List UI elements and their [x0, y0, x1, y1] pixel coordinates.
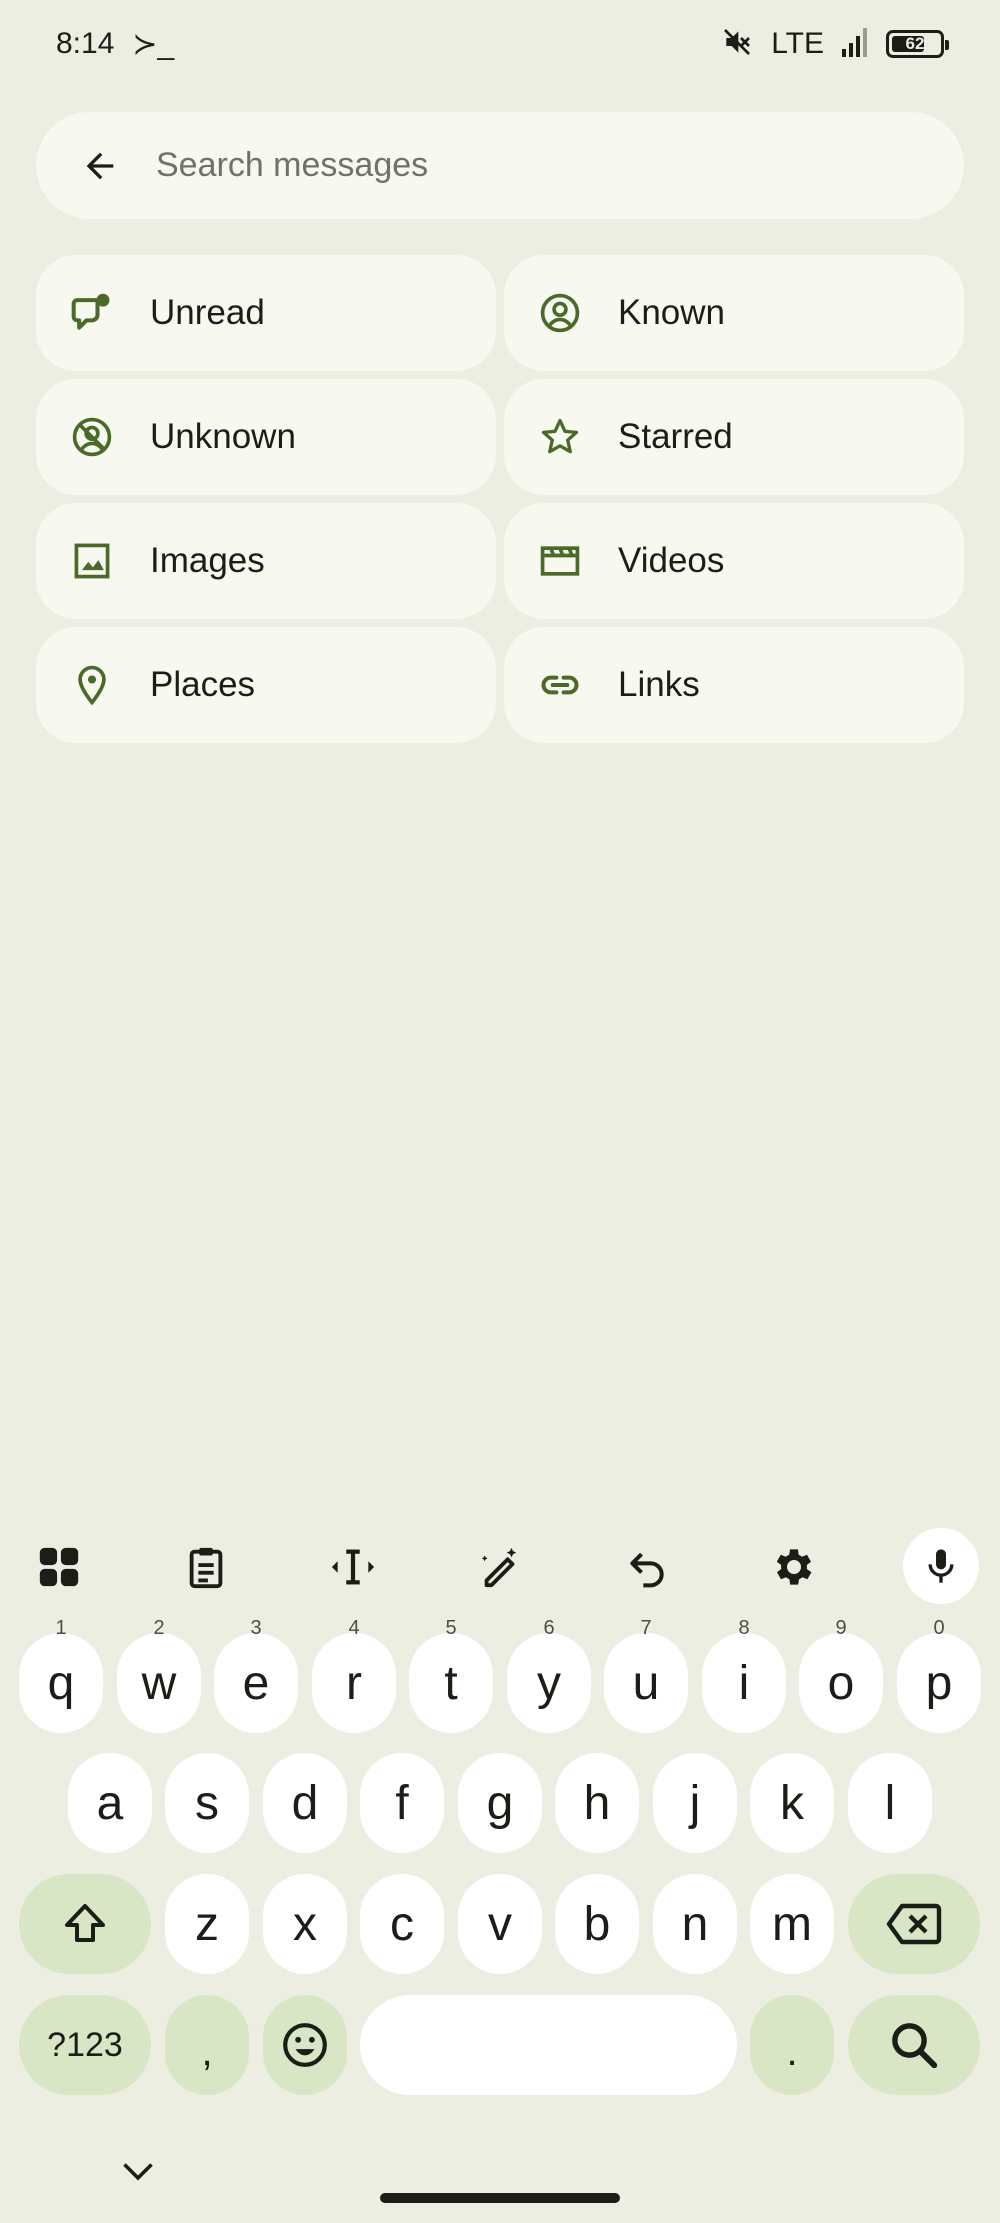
filter-unknown[interactable]: Unknown: [36, 379, 496, 495]
apps-grid-button[interactable]: [31, 1539, 87, 1595]
hide-keyboard-button[interactable]: [120, 2160, 156, 2189]
battery-icon: 62: [886, 30, 949, 58]
symbols-key[interactable]: ?123: [19, 1995, 151, 2095]
filter-label: Places: [150, 665, 256, 704]
video-clapper-icon: [538, 539, 582, 583]
key-o[interactable]: 9o: [799, 1617, 883, 1733]
comma-key[interactable]: ,: [165, 1995, 249, 2095]
signal-icon: [842, 27, 868, 62]
keyboard: 1q 2w 3e 4r 5t 6y 7u 8i 9o 0p a s d f g …: [0, 1515, 1000, 2223]
filter-label: Unread: [150, 293, 265, 332]
settings-button[interactable]: [766, 1539, 822, 1595]
location-pin-icon: [70, 663, 114, 707]
unknown-person-icon: [70, 415, 114, 459]
filter-known[interactable]: Known: [504, 255, 964, 371]
filter-label: Known: [618, 293, 726, 332]
filter-starred[interactable]: Starred: [504, 379, 964, 495]
undo-button[interactable]: [619, 1539, 675, 1595]
microphone-icon: [928, 1549, 954, 1583]
filter-label: Starred: [618, 417, 733, 456]
filter-label: Unknown: [150, 417, 296, 456]
emoji-icon: [283, 2023, 327, 2067]
backspace-icon: [886, 1903, 942, 1945]
key-v[interactable]: v: [458, 1874, 542, 1974]
key-p[interactable]: 0p: [897, 1617, 981, 1733]
filter-label: Images: [150, 541, 265, 580]
filter-images[interactable]: Images: [36, 503, 496, 619]
emoji-key[interactable]: [263, 1995, 347, 2095]
link-icon: [538, 663, 582, 707]
filter-links[interactable]: Links: [504, 627, 964, 743]
terminal-icon: ≻_: [132, 27, 175, 61]
keyboard-toolbar: [0, 1515, 1000, 1615]
chevron-down-icon: [123, 2163, 153, 2181]
mute-icon: [721, 26, 753, 63]
key-s[interactable]: s: [165, 1753, 249, 1853]
text-cursor-icon: [331, 1549, 375, 1585]
back-button[interactable]: [76, 142, 124, 190]
magic-pen-icon: [481, 1547, 517, 1588]
space-key[interactable]: [360, 1995, 737, 2095]
key-b[interactable]: b: [555, 1874, 639, 1974]
filter-videos[interactable]: Videos: [504, 503, 964, 619]
status-time: 8:14: [56, 27, 115, 60]
key-l[interactable]: l: [848, 1753, 932, 1853]
key-f[interactable]: f: [360, 1753, 444, 1853]
filter-label: Links: [618, 665, 700, 704]
key-h[interactable]: h: [555, 1753, 639, 1853]
star-icon: [538, 415, 582, 459]
text-cursor-button[interactable]: [325, 1539, 381, 1595]
network-type: LTE: [771, 27, 824, 60]
battery-level: 62: [905, 34, 925, 53]
unread-chat-icon: [70, 291, 114, 335]
key-r[interactable]: 4r: [312, 1617, 396, 1733]
clipboard-button[interactable]: [178, 1539, 234, 1595]
status-bar: 8:14 ≻_ LTE 62: [0, 0, 1000, 88]
voice-input-button[interactable]: [903, 1528, 979, 1604]
search-key[interactable]: [848, 1995, 980, 2095]
key-k[interactable]: k: [750, 1753, 834, 1853]
key-g[interactable]: g: [458, 1753, 542, 1853]
key-d[interactable]: d: [263, 1753, 347, 1853]
search-icon: [892, 2023, 938, 2069]
gear-icon: [776, 1549, 812, 1585]
filter-grid: Unread Known Unknown Starred Images Vide…: [36, 255, 964, 743]
key-x[interactable]: x: [263, 1874, 347, 1974]
key-q[interactable]: 1q: [19, 1617, 103, 1733]
status-left: 8:14 ≻_: [56, 27, 174, 62]
key-n[interactable]: n: [653, 1874, 737, 1974]
key-c[interactable]: c: [360, 1874, 444, 1974]
key-u[interactable]: 7u: [604, 1617, 688, 1733]
key-i[interactable]: 8i: [702, 1617, 786, 1733]
search-input[interactable]: [156, 146, 924, 185]
period-key[interactable]: .: [750, 1995, 834, 2095]
filter-places[interactable]: Places: [36, 627, 496, 743]
status-right: LTE 62: [721, 26, 949, 63]
key-j[interactable]: j: [653, 1753, 737, 1853]
apps-grid-icon: [39, 1547, 79, 1587]
clipboard-icon: [189, 1547, 223, 1589]
shift-key[interactable]: [19, 1874, 151, 1974]
backspace-key[interactable]: [848, 1874, 980, 1974]
key-w[interactable]: 2w: [117, 1617, 201, 1733]
key-m[interactable]: m: [750, 1874, 834, 1974]
magic-pen-button[interactable]: [472, 1539, 528, 1595]
arrow-back-icon: [86, 152, 114, 179]
undo-icon: [630, 1552, 664, 1588]
key-y[interactable]: 6y: [507, 1617, 591, 1733]
image-icon: [70, 539, 114, 583]
search-bar: [36, 112, 964, 219]
key-z[interactable]: z: [165, 1874, 249, 1974]
key-t[interactable]: 5t: [409, 1617, 493, 1733]
filter-unread[interactable]: Unread: [36, 255, 496, 371]
filter-label: Videos: [618, 541, 725, 580]
home-indicator[interactable]: [380, 2193, 620, 2203]
key-e[interactable]: 3e: [214, 1617, 298, 1733]
key-a[interactable]: a: [68, 1753, 152, 1853]
shift-icon: [65, 1904, 105, 1942]
person-circle-icon: [538, 291, 582, 335]
